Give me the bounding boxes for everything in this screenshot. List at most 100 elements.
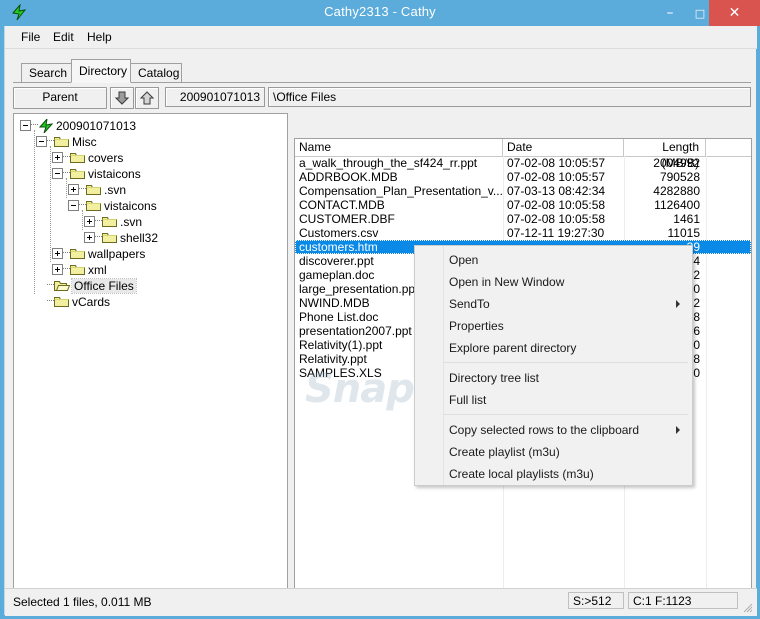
menu-item-help[interactable]: Help <box>81 29 118 45</box>
file-name-cell: ADDRBOOK.MDB <box>299 170 398 184</box>
expand-icon[interactable] <box>84 232 95 244</box>
file-length-cell: 1126400 <box>654 198 700 212</box>
context-menu[interactable]: Open Open in New Window SendTo Properties Ex… <box>414 245 693 486</box>
file-length-cell: 11015 <box>667 226 700 240</box>
folder-open-icon <box>54 279 71 292</box>
tree-connector <box>47 140 54 142</box>
folder-icon <box>54 135 70 148</box>
file-length-cell: 4282880 <box>653 184 700 198</box>
context-menu-item[interactable]: SendTo <box>416 293 692 315</box>
collapse-icon[interactable] <box>36 136 47 148</box>
expand-icon[interactable] <box>84 216 95 228</box>
menu-item-file[interactable]: File <box>15 29 46 45</box>
tree-item[interactable]: covers <box>52 150 123 166</box>
collapse-icon[interactable] <box>68 200 79 212</box>
folder-icon <box>70 167 86 180</box>
tree-connector <box>63 156 70 158</box>
tree-item[interactable]: vCards <box>36 294 110 310</box>
tree-item[interactable]: vistaicons <box>68 198 157 214</box>
tree-item-label: vistaicons <box>88 167 141 181</box>
directory-tree[interactable]: 200901071013 Misc covers vistaicons .svn vist… <box>13 113 288 609</box>
context-menu-item-label: Create local playlists (m3u) <box>449 467 594 481</box>
collapse-icon[interactable] <box>52 168 63 180</box>
folder-icon <box>70 247 86 260</box>
down-arrow-button[interactable] <box>110 87 134 109</box>
column-header-name[interactable]: Name <box>295 139 503 156</box>
file-date-cell: 07-03-13 08:42:34 <box>507 184 606 198</box>
submenu-arrow-icon <box>676 300 680 308</box>
file-date-cell: 07-02-08 10:05:58 <box>507 198 606 212</box>
context-menu-item[interactable]: Copy selected rows to the clipboard <box>416 419 692 441</box>
context-menu-item[interactable]: Properties <box>416 315 692 337</box>
collapse-icon[interactable] <box>20 120 31 132</box>
parent-button[interactable]: Parent <box>13 87 107 109</box>
context-menu-separator <box>444 362 688 363</box>
column-header-extra[interactable] <box>706 139 751 156</box>
tree-item[interactable]: xml <box>52 262 107 278</box>
tree-item[interactable]: vistaicons <box>52 166 141 182</box>
client-area: File Edit Help Search Directory Catalog … <box>4 26 757 616</box>
file-row[interactable]: CUSTOMER.DBF 07-02-08 10:05:58 1461 <box>295 212 751 226</box>
tree-item-label: .svn <box>104 183 127 197</box>
context-menu-item[interactable]: Open <box>416 249 692 271</box>
file-date-cell: 07-02-08 10:05:57 <box>507 170 606 184</box>
file-list-header: Name Date Length (MB/B) <box>295 139 751 170</box>
file-row[interactable]: ADDRBOOK.MDB 07-02-08 10:05:57 790528 <box>295 170 751 184</box>
expand-icon[interactable] <box>68 184 79 196</box>
expand-icon[interactable] <box>52 264 63 276</box>
tree-connector <box>31 124 38 126</box>
context-menu-item[interactable]: Open in New Window <box>416 271 692 293</box>
down-arrow-icon <box>115 91 129 105</box>
path-field[interactable]: \Office Files <box>268 87 751 107</box>
context-menu-item-label: SendTo <box>449 297 490 311</box>
folder-icon <box>54 295 70 308</box>
tree-connector <box>79 204 86 206</box>
status-bar: Selected 1 files, 0.011 MB S:>512 C:1 F:… <box>5 588 757 616</box>
tree-item-label: vistaicons <box>104 199 157 213</box>
tree-item-label: 200901071013 <box>56 119 137 133</box>
tab-search[interactable]: Search <box>21 63 73 82</box>
tree-item[interactable]: wallpapers <box>52 246 145 262</box>
tree-item-label: covers <box>88 151 124 165</box>
tree-connector <box>95 236 102 238</box>
tree-connector <box>95 220 102 222</box>
context-menu-item[interactable]: Directory tree list <box>416 367 692 389</box>
context-menu-item-label: Full list <box>449 393 487 407</box>
file-name-cell: CUSTOMER.DBF <box>299 212 395 226</box>
tree-connector <box>34 130 36 294</box>
tree-item[interactable]: .svn <box>84 214 142 230</box>
resize-grip[interactable] <box>741 601 753 613</box>
tree-item-label: shell32 <box>120 231 159 245</box>
tree-item[interactable]: shell32 <box>84 230 158 246</box>
up-arrow-button[interactable] <box>135 87 159 109</box>
context-menu-item[interactable]: Create playlist (m3u) <box>416 441 692 463</box>
folder-icon <box>86 183 102 196</box>
folder-icon <box>102 215 118 228</box>
tree-item[interactable]: 200901071013 <box>20 117 137 134</box>
tree-item[interactable]: Misc <box>36 134 97 150</box>
tab-directory[interactable]: Directory <box>71 59 131 83</box>
file-row[interactable]: Customers.csv 07-12-11 19:27:30 11015 <box>295 226 751 240</box>
tree-item[interactable]: .svn <box>68 182 126 198</box>
context-menu-item[interactable]: Explore parent directory <box>416 337 692 359</box>
tree-item-label: .svn <box>120 215 143 229</box>
volume-id-field[interactable]: 200901071013 <box>165 87 265 107</box>
tab-catalog[interactable]: Catalog <box>130 63 182 82</box>
file-name-cell: a_walk_through_the_sf424_rr.ppt <box>299 156 478 170</box>
close-button[interactable]: ✕ <box>709 0 760 26</box>
context-menu-item[interactable]: Create local playlists (m3u) <box>416 463 692 485</box>
minimize-button[interactable]: – <box>655 0 685 26</box>
file-row[interactable]: Compensation_Plan_Presentation_v... 07-03… <box>295 184 751 198</box>
tree-item[interactable]: Office Files <box>36 278 137 294</box>
menu-bar: File Edit Help <box>5 26 757 49</box>
file-row[interactable]: CONTACT.MDB 07-02-08 10:05:58 1126400 <box>295 198 751 212</box>
menu-item-edit[interactable]: Edit <box>47 29 80 45</box>
expand-icon[interactable] <box>52 152 63 164</box>
file-row[interactable]: a_walk_through_the_sf424_rr.ppt 07-02-08 … <box>295 156 751 170</box>
column-header-date[interactable]: Date <box>503 139 624 156</box>
expand-icon[interactable] <box>52 248 63 260</box>
column-header-length[interactable]: Length (MB/B) <box>624 139 706 170</box>
tree-item-label: wallpapers <box>88 247 146 261</box>
file-date-cell: 07-12-11 19:27:30 <box>507 226 605 240</box>
context-menu-item[interactable]: Full list <box>416 389 692 411</box>
